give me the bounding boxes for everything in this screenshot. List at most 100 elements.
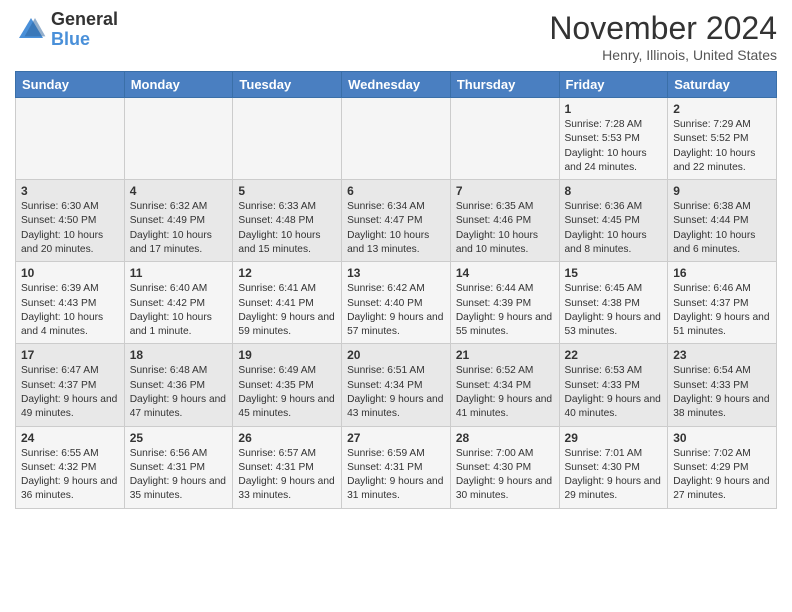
calendar-cell: 5 Sunrise: 6:33 AMSunset: 4:48 PMDaylight… [233,180,342,262]
day-info: Sunrise: 6:30 AMSunset: 4:50 PMDaylight:… [21,200,119,257]
calendar-cell: 11Sunrise: 6:40 AMSunset: 4:42 PMDayligh… [124,262,233,344]
day-number: 1 [565,102,663,116]
day-number: 23 [673,348,771,362]
day-info: Sunrise: 6:44 AMSunset: 4:39 PMDaylight:… [456,282,554,339]
day-number: 29 [565,431,663,445]
day-info: Sunrise: 7:00 AMSunset: 4:30 PMDaylight:… [456,447,554,504]
day-info: Sunrise: 6:35 AMSunset: 4:46 PMDaylight:… [456,200,554,257]
calendar-cell: 18 Sunrise: 6:48 AMSunset: 4:36 PMDayligh… [124,344,233,426]
calendar-cell: 12 Sunrise: 6:41 AMSunset: 4:41 PMDayligh… [233,262,342,344]
calendar-cell: 28Sunrise: 7:00 AMSunset: 4:30 PMDayligh… [450,426,559,508]
day-info: Sunrise: 6:40 AMSunset: 4:42 PMDaylight:… [130,282,228,339]
day-header-wednesday: Wednesday [342,72,451,98]
calendar-cell: 9 Sunrise: 6:38 AMSunset: 4:44 PMDaylight… [668,180,777,262]
calendar-cell: 26Sunrise: 6:57 AMSunset: 4:31 PMDayligh… [233,426,342,508]
day-info: Sunrise: 6:46 AMSunset: 4:37 PMDaylight:… [673,282,771,339]
calendar-cell: 30 Sunrise: 7:02 AMSunset: 4:29 PMDayligh… [668,426,777,508]
day-info: Sunrise: 6:42 AMSunset: 4:40 PMDaylight:… [347,282,445,339]
day-number: 10 [21,266,119,280]
day-info: Sunrise: 6:48 AMSunset: 4:36 PMDaylight:… [130,364,228,421]
calendar-cell: 3 Sunrise: 6:30 AMSunset: 4:50 PMDaylight… [16,180,125,262]
day-number: 15 [565,266,663,280]
calendar-cell: 8 Sunrise: 6:36 AMSunset: 4:45 PMDaylight… [559,180,668,262]
calendar-cell: 27 Sunrise: 6:59 AMSunset: 4:31 PMDayligh… [342,426,451,508]
calendar-week-row: 10 Sunrise: 6:39 AMSunset: 4:43 PMDayligh… [16,262,777,344]
day-info: Sunrise: 6:36 AMSunset: 4:45 PMDaylight:… [565,200,663,257]
day-number: 16 [673,266,771,280]
day-number: 21 [456,348,554,362]
calendar-week-row: 17 Sunrise: 6:47 AMSunset: 4:37 PMDayligh… [16,344,777,426]
calendar-week-row: 3 Sunrise: 6:30 AMSunset: 4:50 PMDaylight… [16,180,777,262]
day-number: 4 [130,184,228,198]
day-number: 17 [21,348,119,362]
calendar-cell: 16 Sunrise: 6:46 AMSunset: 4:37 PMDayligh… [668,262,777,344]
day-number: 7 [456,184,554,198]
day-info: Sunrise: 7:28 AMSunset: 5:53 PMDaylight:… [565,118,663,175]
calendar-cell: 20 Sunrise: 6:51 AMSunset: 4:34 PMDayligh… [342,344,451,426]
logo-blue: Blue [51,29,90,49]
calendar-cell: 17 Sunrise: 6:47 AMSunset: 4:37 PMDayligh… [16,344,125,426]
header-row: SundayMondayTuesdayWednesdayThursdayFrid… [16,72,777,98]
day-info: Sunrise: 6:55 AMSunset: 4:32 PMDaylight:… [21,447,119,504]
day-number: 8 [565,184,663,198]
day-info: Sunrise: 6:54 AMSunset: 4:33 PMDaylight:… [673,364,771,421]
day-info: Sunrise: 6:38 AMSunset: 4:44 PMDaylight:… [673,200,771,257]
day-info: Sunrise: 6:51 AMSunset: 4:34 PMDaylight:… [347,364,445,421]
main-container: General Blue November 2024 Henry, Illino… [0,0,792,519]
day-info: Sunrise: 6:59 AMSunset: 4:31 PMDaylight:… [347,447,445,504]
day-number: 2 [673,102,771,116]
day-info: Sunrise: 6:56 AMSunset: 4:31 PMDaylight:… [130,447,228,504]
day-info: Sunrise: 6:53 AMSunset: 4:33 PMDaylight:… [565,364,663,421]
month-title: November 2024 [549,10,777,47]
day-number: 30 [673,431,771,445]
day-number: 24 [21,431,119,445]
day-info: Sunrise: 6:52 AMSunset: 4:34 PMDaylight:… [456,364,554,421]
day-info: Sunrise: 6:33 AMSunset: 4:48 PMDaylight:… [238,200,336,257]
calendar-cell: 29 Sunrise: 7:01 AMSunset: 4:30 PMDayligh… [559,426,668,508]
day-info: Sunrise: 6:41 AMSunset: 4:41 PMDaylight:… [238,282,336,339]
calendar-cell: 6Sunrise: 6:34 AMSunset: 4:47 PMDaylight… [342,180,451,262]
logo-general: General [51,9,118,29]
calendar-cell: 13Sunrise: 6:42 AMSunset: 4:40 PMDayligh… [342,262,451,344]
day-info: Sunrise: 7:01 AMSunset: 4:30 PMDaylight:… [565,447,663,504]
calendar-cell: 22 Sunrise: 6:53 AMSunset: 4:33 PMDayligh… [559,344,668,426]
calendar-week-row: 24 Sunrise: 6:55 AMSunset: 4:32 PMDayligh… [16,426,777,508]
calendar-header: SundayMondayTuesdayWednesdayThursdayFrid… [16,72,777,98]
day-info: Sunrise: 6:47 AMSunset: 4:37 PMDaylight:… [21,364,119,421]
calendar-cell [233,98,342,180]
calendar-cell: 15 Sunrise: 6:45 AMSunset: 4:38 PMDayligh… [559,262,668,344]
day-number: 3 [21,184,119,198]
logo: General Blue [15,10,118,50]
day-number: 20 [347,348,445,362]
day-number: 9 [673,184,771,198]
calendar-cell [342,98,451,180]
calendar-cell: 14Sunrise: 6:44 AMSunset: 4:39 PMDayligh… [450,262,559,344]
day-info: Sunrise: 6:45 AMSunset: 4:38 PMDaylight:… [565,282,663,339]
calendar-body: 1 Sunrise: 7:28 AMSunset: 5:53 PMDaylight… [16,98,777,509]
day-number: 12 [238,266,336,280]
calendar-cell: 19Sunrise: 6:49 AMSunset: 4:35 PMDayligh… [233,344,342,426]
day-number: 5 [238,184,336,198]
location-subtitle: Henry, Illinois, United States [549,47,777,63]
day-info: Sunrise: 6:57 AMSunset: 4:31 PMDaylight:… [238,447,336,504]
day-header-friday: Friday [559,72,668,98]
day-info: Sunrise: 6:39 AMSunset: 4:43 PMDaylight:… [21,282,119,339]
day-header-monday: Monday [124,72,233,98]
day-number: 18 [130,348,228,362]
calendar-week-row: 1 Sunrise: 7:28 AMSunset: 5:53 PMDaylight… [16,98,777,180]
day-header-sunday: Sunday [16,72,125,98]
day-number: 27 [347,431,445,445]
day-info: Sunrise: 7:29 AMSunset: 5:52 PMDaylight:… [673,118,771,175]
day-number: 22 [565,348,663,362]
day-header-tuesday: Tuesday [233,72,342,98]
day-number: 25 [130,431,228,445]
calendar-cell: 4Sunrise: 6:32 AMSunset: 4:49 PMDaylight… [124,180,233,262]
calendar-cell: 10 Sunrise: 6:39 AMSunset: 4:43 PMDayligh… [16,262,125,344]
calendar-cell: 1 Sunrise: 7:28 AMSunset: 5:53 PMDaylight… [559,98,668,180]
title-block: November 2024 Henry, Illinois, United St… [549,10,777,63]
calendar-cell: 2 Sunrise: 7:29 AMSunset: 5:52 PMDaylight… [668,98,777,180]
calendar-cell: 23 Sunrise: 6:54 AMSunset: 4:33 PMDayligh… [668,344,777,426]
day-info: Sunrise: 6:49 AMSunset: 4:35 PMDaylight:… [238,364,336,421]
day-info: Sunrise: 7:02 AMSunset: 4:29 PMDaylight:… [673,447,771,504]
day-header-saturday: Saturday [668,72,777,98]
